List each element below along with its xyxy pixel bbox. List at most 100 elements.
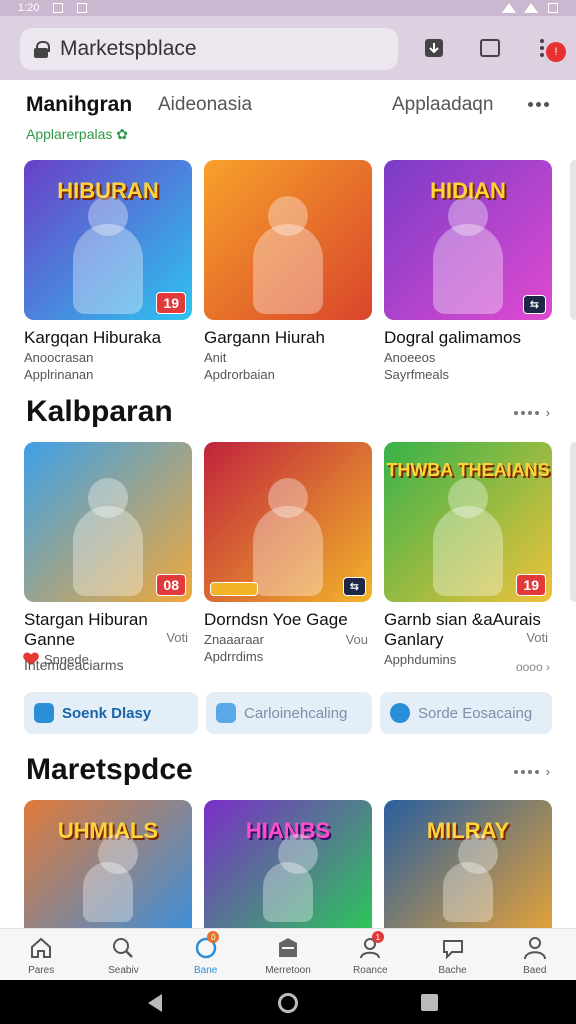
thumbnail-character [443, 834, 498, 922]
download-icon [425, 39, 443, 57]
chevron-right-icon: › [546, 660, 550, 674]
section-more-button[interactable]: › [513, 764, 550, 779]
thumbnail-character [263, 834, 318, 922]
wifi-icon [502, 3, 516, 13]
nav-store[interactable]: Merretoon [247, 929, 329, 980]
section-title: Kalbparan [26, 395, 173, 428]
tabs-button[interactable] [478, 36, 502, 60]
card-subtitle-2: Applrinanan [24, 367, 94, 382]
search-icon [113, 938, 134, 958]
pill-button-3[interactable]: Sorde Eosacaing [380, 692, 552, 734]
pill-button-1[interactable]: Soenk Dlasy [24, 692, 198, 734]
intermediate-label: Intemdeaciarms [24, 657, 124, 673]
category-tabs: Manihgran Aideonasia Applaadaqn [0, 88, 576, 124]
game-card[interactable]: HIANBS [204, 800, 372, 928]
card-title: Dorndsn Yoe Gage [204, 610, 348, 629]
more-horiz-icon[interactable] [528, 102, 549, 107]
nav-profile[interactable]: Roance 1 [329, 929, 411, 980]
game-thumbnail: THWBA THEAIANS 19 [384, 442, 552, 602]
thumbnail-character [253, 196, 323, 314]
plus-icon [216, 703, 236, 723]
thumbnail-character [83, 834, 138, 922]
battery-icon [548, 3, 558, 13]
nav-search[interactable]: Seabiv [82, 929, 164, 980]
card-title-line-2: Ganlary Voti [384, 630, 548, 649]
card-title: Kargqan Hiburaka [24, 328, 162, 347]
label-tag [210, 582, 258, 596]
game-thumbnail: 08 [24, 442, 192, 602]
game-thumbnail: HIDIAN ⇆ [384, 160, 552, 320]
lock-icon [34, 41, 50, 58]
card-subtitle: Znaaaraar Vou [204, 632, 368, 647]
next-card-peek[interactable] [570, 160, 576, 320]
game-card[interactable]: UHMIALS [24, 800, 192, 928]
rating-badge: 08 [156, 574, 186, 596]
game-card[interactable]: HIDIAN ⇆ Dogral galimamos Anoeeos Sayrfm… [384, 160, 552, 382]
thumbnail-character [73, 478, 143, 596]
rating-badge: 19 [516, 574, 546, 596]
bottom-navigation: Pares Seabiv Bane 0 Merretoon Roance 1 B… [0, 928, 576, 980]
browser-toolbar: Marketspblace ! [0, 16, 576, 80]
chevron-right-icon: › [545, 764, 550, 779]
back-icon[interactable] [148, 994, 162, 1012]
status-bar: 1:20 [0, 0, 576, 16]
game-thumbnail: HIANBS [204, 800, 372, 928]
intermediate-more-button[interactable]: oooo › [516, 660, 550, 674]
chat-icon [442, 940, 463, 960]
card-subtitle: Anoocrasan [24, 350, 94, 365]
card-subtitle-2: Apdrrdims [204, 649, 264, 664]
next-card-peek[interactable] [570, 442, 576, 602]
url-bar[interactable]: Marketspblace [20, 28, 398, 70]
card-votes: Voti [166, 630, 188, 645]
card-votes: Voti [526, 630, 548, 645]
card-votes: Vou [345, 632, 368, 647]
tab-2[interactable]: Aideonasia [158, 94, 252, 116]
store-icon [278, 938, 297, 957]
nav-home[interactable]: Pares [0, 929, 82, 980]
card-subtitle: Anit [204, 350, 227, 365]
nav-chat[interactable]: Bache [411, 929, 493, 980]
game-card[interactable]: ⇆ Dorndsn Yoe Gage Znaaaraar Vou Apdrrdi… [204, 442, 372, 664]
thumbnail-character [253, 478, 323, 596]
card-title: Garnb sian &aAurais [384, 610, 541, 629]
home-button-icon[interactable] [278, 993, 298, 1013]
card-subtitle: Anoeeos [384, 350, 436, 365]
game-thumbnail: UHMIALS [24, 800, 192, 928]
nav-account[interactable]: Baed [494, 929, 576, 980]
chevron-right-icon: › [545, 405, 550, 420]
share-badge: ⇆ [342, 577, 366, 596]
pill-button-2[interactable]: Carloinehcaling [206, 692, 372, 734]
nav-badge: 1 [371, 931, 384, 943]
game-card[interactable]: 08 Stargan Hiburan Ganne Voti Snnede [24, 442, 192, 667]
game-card[interactable]: THWBA THEAIANS 19 Garnb sian &aAurais Ga… [384, 442, 552, 667]
system-navigation-bar [0, 980, 576, 1024]
thumbnail-character [433, 196, 503, 314]
notification-icon [77, 3, 88, 13]
more-vert-icon [540, 39, 544, 57]
game-thumbnail: ⇆ [204, 442, 372, 602]
account-icon [523, 937, 546, 960]
status-time: 1:20 [18, 2, 40, 14]
game-thumbnail [204, 160, 372, 320]
download-button[interactable] [422, 36, 446, 60]
rating-badge: 19 [156, 292, 186, 314]
chat-icon [390, 703, 410, 723]
card-title: Gargann Hiurah [204, 328, 325, 347]
section-more-button[interactable]: › [513, 405, 550, 420]
card-title: Dogral galimamos [384, 328, 521, 347]
quick-actions: Soenk Dlasy Carloinehcaling Sorde Eosaca… [24, 692, 552, 734]
recents-icon[interactable] [421, 994, 438, 1011]
tab-3[interactable]: Applaadaqn [392, 94, 493, 116]
game-card[interactable]: Gargann Hiurah Anit Apdrorbaian [204, 160, 372, 382]
nav-games[interactable]: Bane 0 [165, 929, 247, 980]
game-card[interactable]: HIBURAN 19 Kargqan Hiburaka Anoocrasan A… [24, 160, 192, 382]
url-text: Marketspblace [60, 37, 197, 60]
home-icon [31, 937, 52, 958]
card-subtitle-2: Sayrfmeals [384, 367, 450, 382]
thumbnail-character [73, 196, 143, 314]
game-thumbnail: HIBURAN 19 [24, 160, 192, 320]
tab-active[interactable]: Manihgran [26, 93, 132, 117]
section-subtitle[interactable]: Applarerpalas ✿ [26, 126, 128, 143]
verified-icon: ✿ [116, 126, 129, 142]
game-card[interactable]: MILRAY [384, 800, 552, 928]
